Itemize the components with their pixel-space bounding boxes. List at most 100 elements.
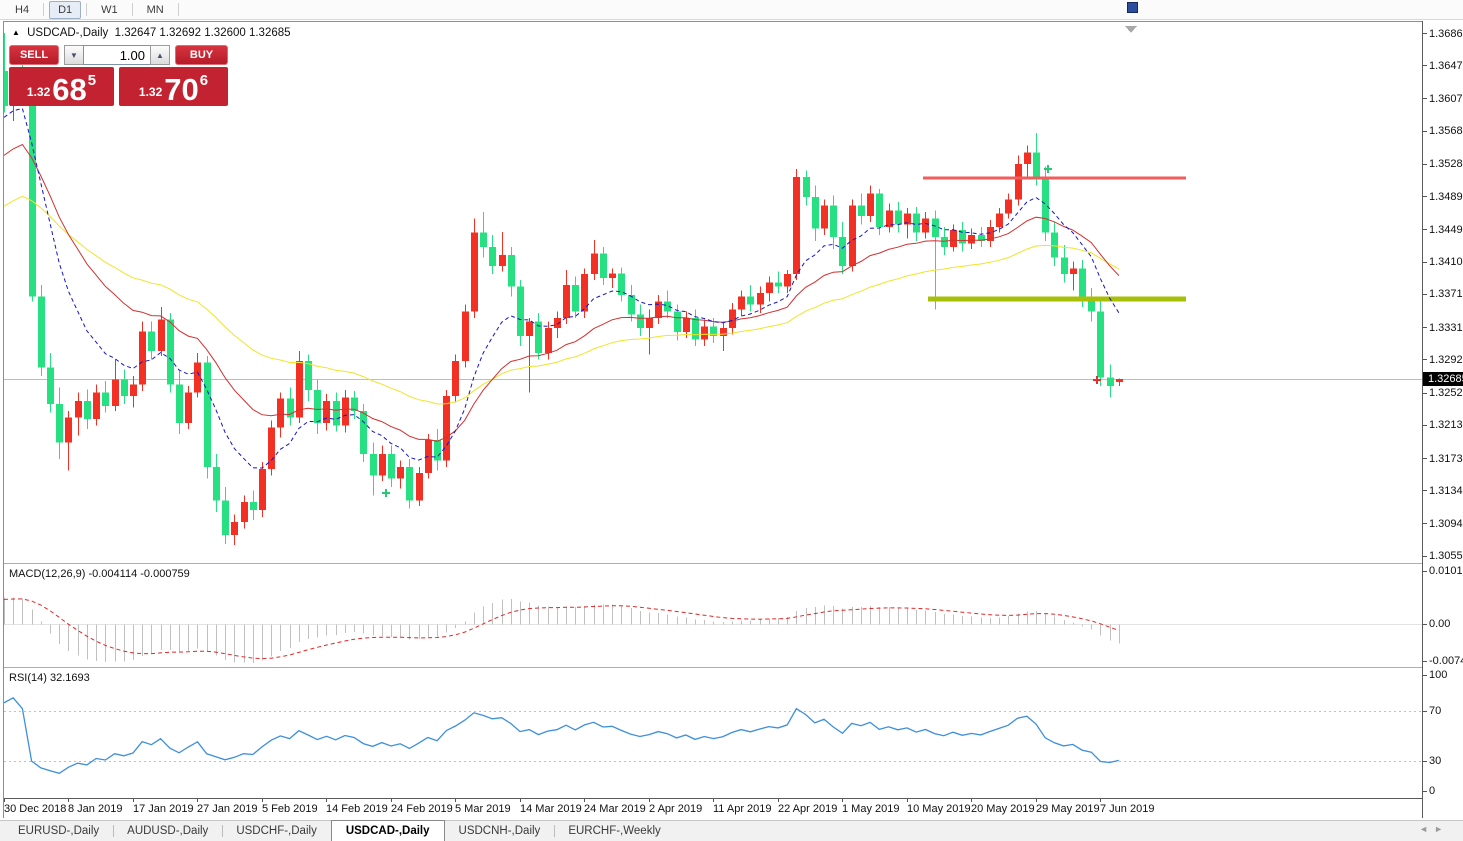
date-tick: [520, 799, 521, 802]
chart-tab-eurusd[interactable]: EURUSD-,Daily: [4, 821, 113, 841]
axis-tick: [1423, 196, 1427, 197]
date-axis-label: 27 Jan 2019: [197, 803, 258, 815]
macd-histogram: [5, 597, 1120, 663]
rsi-axis-label: 70: [1429, 705, 1441, 717]
toolbar-separator: [132, 3, 133, 16]
macd-signal-line: [4, 599, 1119, 659]
axis-tick: [1423, 523, 1427, 524]
date-tick: [842, 799, 843, 802]
rsi-axis-label: 100: [1429, 669, 1447, 681]
current-price-tag: 1.32685: [1423, 372, 1463, 386]
axis-tick: [1423, 675, 1427, 676]
chart-shift-marker-icon[interactable]: [1125, 26, 1137, 33]
price-axis-label: 1.34100: [1429, 256, 1463, 268]
timeframe-toolbar: H4 D1 W1 MN: [0, 0, 1463, 20]
date-tick: [133, 799, 134, 802]
rsi-axis-label: 0: [1429, 785, 1435, 797]
toolbar-separator: [86, 3, 87, 16]
tab-scroll-right-icon: ►: [1434, 824, 1449, 834]
date-axis-label: 22 Apr 2019: [778, 803, 837, 815]
price-axis-label: 1.34890: [1429, 191, 1463, 203]
date-tick: [262, 799, 263, 802]
date-tick: [649, 799, 650, 802]
tab-scroll-arrows[interactable]: ◄►: [1419, 824, 1449, 834]
price-axis-label: 1.36860: [1429, 28, 1463, 40]
volume-decrease-button[interactable]: ▼: [64, 45, 84, 65]
axis-tick: [1423, 327, 1427, 328]
date-tick: [4, 799, 5, 802]
date-axis-label: 17 Jan 2019: [133, 803, 194, 815]
date-tick: [907, 799, 908, 802]
price-axis-label: 1.36070: [1429, 93, 1463, 105]
buy-button[interactable]: BUY: [175, 45, 228, 65]
chart-tab-usdcnh[interactable]: USDCNH-,Daily: [445, 821, 555, 841]
sell-button[interactable]: SELL: [9, 45, 59, 65]
axis-tick: [1423, 65, 1427, 66]
chart-title: ▲ USDCAD-,Daily 1.32647 1.32692 1.32600 …: [12, 27, 291, 39]
chart-tab-usdchf[interactable]: USDCHF-,Daily: [222, 821, 331, 841]
date-axis-label: 10 May 2019: [907, 803, 971, 815]
axis-tick: [1423, 571, 1427, 572]
buy-price-button[interactable]: 1.32 70 6: [119, 67, 228, 106]
timeframe-button-w1[interactable]: W1: [92, 1, 127, 19]
chart-window: ▲ USDCAD-,Daily 1.32647 1.32692 1.32600 …: [3, 21, 1459, 818]
price-axis-label: 1.35280: [1429, 158, 1463, 170]
date-axis-label: 5 Feb 2019: [262, 803, 318, 815]
chart-tab-eurchf[interactable]: EURCHF-,Weekly: [554, 821, 674, 841]
axis-tick: [1423, 711, 1427, 712]
volume-increase-button[interactable]: ▲: [150, 45, 170, 65]
collapse-triangle-icon[interactable]: ▲: [12, 28, 20, 37]
macd-axis-label: 0.010199: [1429, 565, 1463, 577]
axis-tick: [1423, 556, 1427, 557]
date-axis-label: 29 May 2019: [1036, 803, 1100, 815]
macd-pane-canvas[interactable]: [4, 565, 1422, 667]
candles-layer: [4, 33, 1123, 545]
tab-scroll-left-icon: ◄: [1419, 824, 1434, 834]
axis-tick: [1423, 294, 1427, 295]
date-tick: [68, 799, 69, 802]
axis-tick: [1423, 761, 1427, 762]
price-axis[interactable]: 1.368601.364701.360701.356801.352801.348…: [1422, 21, 1463, 818]
date-axis-label: 7 Jun 2019: [1100, 803, 1154, 815]
price-axis-label: 1.33710: [1429, 288, 1463, 300]
chart-tab-usdcad[interactable]: USDCAD-,Daily: [331, 820, 445, 841]
axis-tick: [1423, 229, 1427, 230]
axis-tick: [1423, 359, 1427, 360]
price-axis-label: 1.30550: [1429, 550, 1463, 562]
axis-tick: [1423, 791, 1427, 792]
date-axis-label: 1 May 2019: [842, 803, 899, 815]
chart-tab-audusd[interactable]: AUDUSD-,Daily: [113, 821, 222, 841]
date-axis[interactable]: 30 Dec 20188 Jan 2019 17 Jan 201927 Jan 2…: [4, 798, 1422, 818]
axis-tick: [1423, 458, 1427, 459]
macd-label: MACD(12,26,9) -0.004114 -0.000759: [9, 568, 190, 580]
date-axis-label: 5 Mar 2019: [455, 803, 511, 815]
price-axis-label: 1.32920: [1429, 354, 1463, 366]
volume-input[interactable]: [83, 45, 151, 65]
timeframe-button-mn[interactable]: MN: [138, 1, 173, 19]
timeframe-button-h4[interactable]: H4: [6, 1, 38, 19]
toolbar-separator: [43, 3, 44, 16]
sell-price-button[interactable]: 1.32 68 5: [9, 67, 114, 106]
one-click-trade-panel: SELL ▼ ▲ BUY 1.32 68 5 1.32 70 6: [9, 45, 228, 106]
axis-tick: [1423, 490, 1427, 491]
price-axis-label: 1.36470: [1429, 60, 1463, 72]
date-axis-label: 8 Jan 2019: [68, 803, 122, 815]
timeframe-button-d1[interactable]: D1: [49, 1, 81, 19]
rsi-pane-canvas[interactable]: [4, 669, 1422, 797]
window-mini-icon[interactable]: [1127, 2, 1138, 13]
price-axis-label: 1.33310: [1429, 322, 1463, 334]
date-tick: [778, 799, 779, 802]
axis-tick: [1423, 164, 1427, 165]
price-axis-label: 1.31340: [1429, 485, 1463, 497]
chart-tab-bar: EURUSD-,DailyAUDUSD-,DailyUSDCHF-,DailyU…: [0, 820, 1463, 841]
price-axis-label: 1.32520: [1429, 387, 1463, 399]
date-tick: [197, 799, 198, 802]
axis-tick: [1423, 262, 1427, 263]
date-axis-label: 20 May 2019: [971, 803, 1035, 815]
ma-fast-line: [4, 108, 1119, 468]
date-tick: [584, 799, 585, 802]
date-axis-label: 14 Feb 2019: [326, 803, 388, 815]
axis-tick: [1423, 393, 1427, 394]
date-axis-label: 30 Dec 2018: [4, 803, 66, 815]
date-axis-label: 11 Apr 2019: [713, 803, 772, 815]
